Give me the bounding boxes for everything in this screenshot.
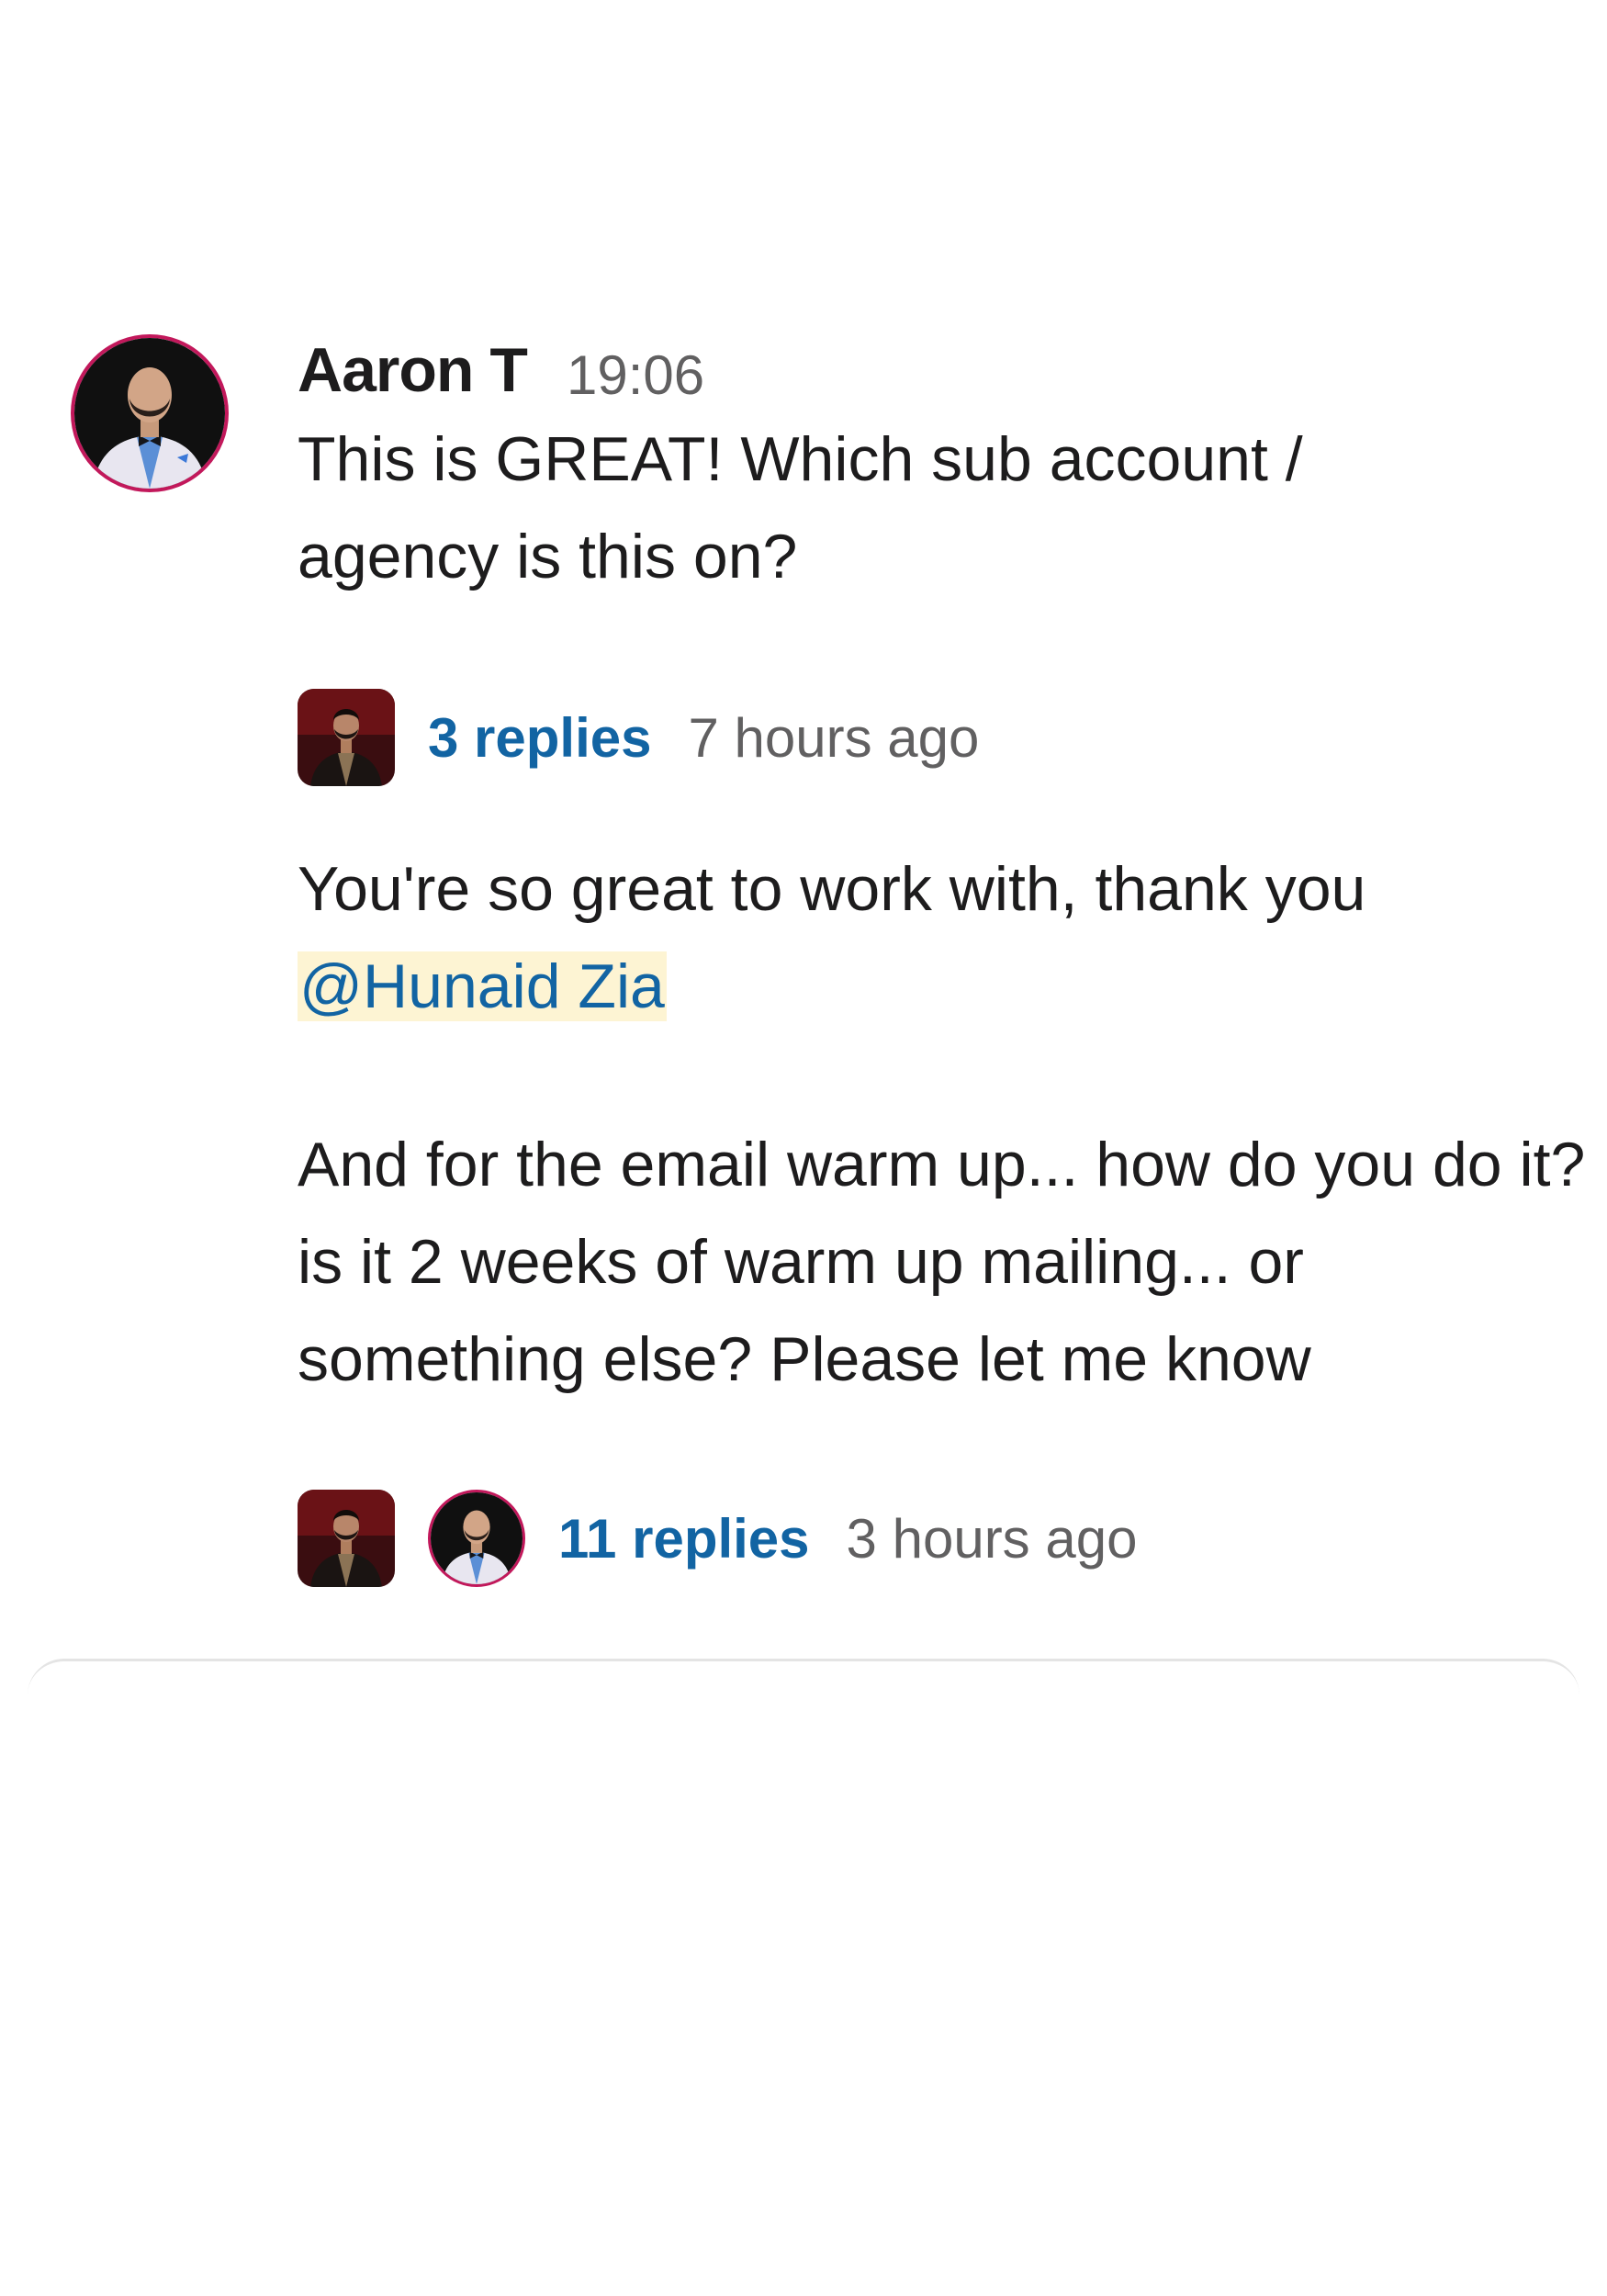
author-name[interactable]: Aaron T: [298, 334, 528, 406]
person-avatar-icon: [431, 1492, 523, 1584]
thread-summary[interactable]: 11 replies 3 hours ago: [298, 1489, 1137, 1588]
message-timestamp[interactable]: 19:06: [567, 340, 704, 411]
message-text-part: You're so great to work with, thank you: [298, 854, 1366, 924]
last-reply-time: 7 hours ago: [688, 706, 980, 769]
author-avatar[interactable]: [71, 334, 229, 492]
replier-avatar: [298, 1490, 395, 1587]
message-text: You're so great to work with, thank you …: [298, 840, 1565, 1035]
message-text: This is GREAT! Which sub account / agenc…: [298, 424, 1303, 591]
person-avatar-icon: [298, 689, 395, 786]
message-text: And for the email warm up... how do you …: [298, 1130, 1586, 1394]
composer-top-border: [28, 1659, 1579, 1695]
person-avatar-icon: [298, 1490, 395, 1587]
replier-avatar: [428, 1490, 525, 1587]
replies-link[interactable]: 11 replies: [558, 1507, 810, 1570]
thread-summary[interactable]: 3 replies 7 hours ago: [298, 688, 979, 787]
person-avatar-icon: [74, 338, 225, 489]
user-mention[interactable]: @Hunaid Zia: [298, 951, 667, 1021]
last-reply-time: 3 hours ago: [846, 1507, 1138, 1570]
replies-link[interactable]: 3 replies: [428, 706, 652, 770]
replier-avatar: [298, 689, 395, 786]
